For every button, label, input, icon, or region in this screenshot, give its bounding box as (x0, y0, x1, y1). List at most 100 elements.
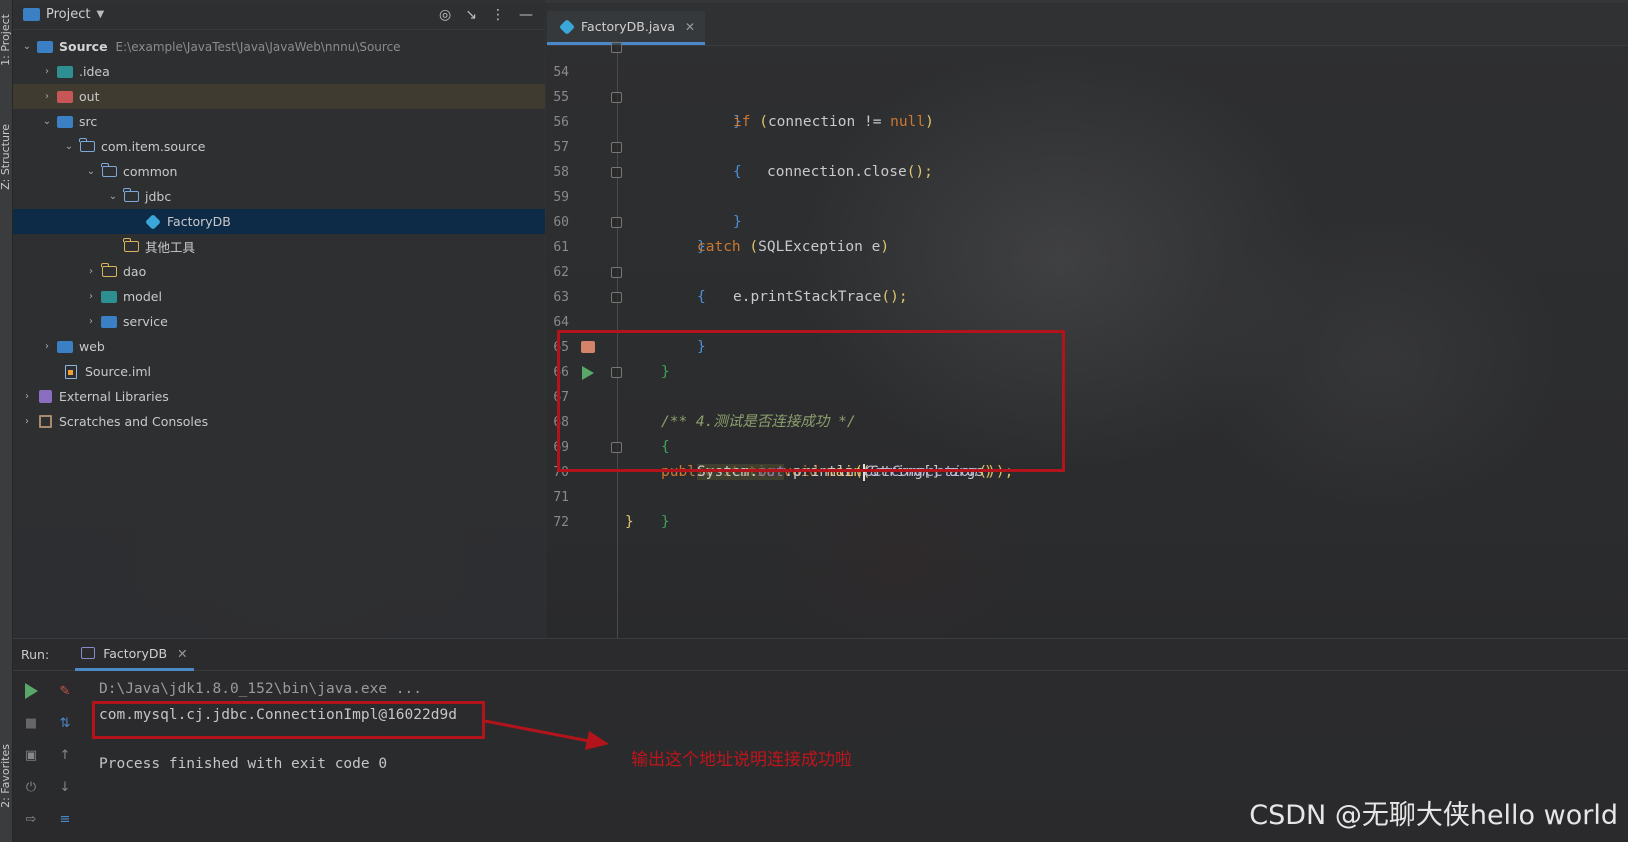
fold-marker-icon[interactable] (611, 292, 622, 303)
annotation-arrow (485, 719, 609, 750)
chevron-right-icon[interactable]: › (83, 266, 99, 277)
code-line: 60 catch (SQLException e) (547, 185, 1628, 255)
chevron-right-icon[interactable]: › (39, 66, 55, 77)
code-line: 69 System.out.println(GetConnection()); (547, 410, 1628, 481)
code-line: 59 } (547, 160, 1628, 255)
project-panel-header: Project ▼ ◎ ↘ ⋮ — (13, 0, 545, 30)
chevron-right-icon[interactable]: › (19, 416, 35, 427)
iml-file-icon (63, 364, 79, 379)
folder-icon (123, 188, 139, 204)
fold-marker-icon[interactable] (611, 267, 622, 278)
fold-marker-icon[interactable] (611, 167, 622, 178)
chevron-right-icon[interactable]: › (19, 391, 35, 402)
code-line: 67 public static void main(String[] args… (547, 360, 1628, 480)
chevron-right-icon[interactable]: › (39, 91, 55, 102)
tree-item-src[interactable]: ⌄ src (13, 109, 545, 134)
tree-item-source-iml[interactable]: Source.iml (13, 359, 545, 384)
tab-label: FactoryDB.java (581, 19, 676, 34)
tree-item-out[interactable]: › out (13, 84, 545, 109)
chevron-down-icon[interactable]: ⌄ (61, 141, 77, 152)
fold-marker-icon[interactable] (611, 92, 622, 103)
tree-item-label: FactoryDB (167, 214, 231, 229)
tree-item-source[interactable]: ⌄ Source E:\example\JavaTest\Java\JavaWe… (13, 34, 545, 59)
tree-item-external-libraries[interactable]: › External Libraries (13, 384, 545, 409)
run-tab-factorydb[interactable]: FactoryDB ✕ (75, 639, 194, 671)
collapse-all-icon[interactable]: ↘ (465, 7, 477, 23)
stop-icon[interactable]: ■ (21, 713, 41, 733)
tree-item-service[interactable]: › service (13, 309, 545, 334)
chevron-right-icon[interactable]: › (39, 341, 55, 352)
run-config-icon (81, 647, 96, 659)
run-gutter-icon[interactable] (582, 366, 594, 380)
soft-wrap-icon[interactable]: ≡ (55, 809, 75, 829)
tree-item-common[interactable]: ⌄ common (13, 159, 545, 184)
model-folder-icon (101, 290, 117, 304)
up-arrow-icon[interactable]: ↑ (55, 745, 75, 765)
tree-item-label: model (123, 289, 162, 304)
favorites-tool-button[interactable]: 2: Favorites (0, 744, 13, 808)
tree-item-model[interactable]: › model (13, 284, 545, 309)
project-icon (23, 8, 40, 21)
project-view-selector[interactable]: Project (46, 7, 90, 22)
code-line: 63 } (547, 260, 1628, 355)
chevron-down-icon[interactable]: ⌄ (105, 191, 121, 202)
tree-item-jdbc[interactable]: ⌄ jdbc (13, 184, 545, 209)
fold-marker-icon[interactable] (611, 367, 622, 378)
exit-icon[interactable]: ⇨ (21, 809, 41, 829)
service-folder-icon (101, 315, 117, 329)
excluded-folder-icon (57, 90, 73, 104)
code-line: 70 } (547, 435, 1628, 530)
chevron-right-icon[interactable]: › (83, 291, 99, 302)
source-folder-icon (57, 115, 73, 129)
close-icon[interactable]: ✕ (177, 646, 187, 661)
fold-marker-icon[interactable] (611, 442, 622, 453)
locate-icon[interactable]: ◎ (439, 7, 451, 23)
code-line: 58 } (547, 135, 1628, 230)
sort-icon[interactable]: ⇅ (55, 713, 75, 733)
tree-item-label: web (79, 339, 105, 354)
code-editor: FactoryDB.java ✕ 54 } 55 if (connection … (547, 0, 1628, 638)
hide-panel-icon[interactable]: — (519, 7, 533, 23)
tree-item-other-tools[interactable]: 其他工具 (13, 234, 545, 259)
run-label: Run: (21, 647, 50, 662)
chevron-down-icon[interactable]: ⌄ (39, 116, 55, 127)
close-icon[interactable]: ✕ (685, 20, 695, 34)
more-options-icon[interactable]: ⋮ (491, 7, 505, 23)
camera-icon[interactable]: ▣ (21, 745, 41, 765)
tree-item-label: service (123, 314, 168, 329)
tree-item-idea[interactable]: › .idea (13, 59, 545, 84)
code-area[interactable]: 54 } 55 if (connection != null) 56 { 57 … (547, 42, 1628, 638)
down-arrow-icon[interactable]: ↓ (55, 777, 75, 797)
tree-item-factorydb[interactable]: FactoryDB (13, 209, 545, 234)
folder-icon (101, 263, 117, 279)
bookmark-icon[interactable] (581, 341, 595, 353)
code-line: 66 /** 4.测试是否连接成功 */ (547, 335, 1628, 430)
project-tool-button[interactable]: 1: Project (0, 14, 13, 66)
fold-marker-icon[interactable] (611, 42, 622, 53)
tree-item-path: E:\example\JavaTest\Java\JavaWeb\nnnu\So… (115, 39, 401, 54)
code-line: 55 if (connection != null) (547, 60, 1628, 130)
package-icon (79, 138, 95, 154)
chevron-down-icon[interactable]: ⌄ (19, 41, 35, 52)
tree-item-label: .idea (79, 64, 110, 79)
tree-item-dao[interactable]: › dao (13, 259, 545, 284)
tree-item-package[interactable]: ⌄ com.item.source (13, 134, 545, 159)
chevron-down-icon[interactable]: ▼ (96, 9, 104, 20)
tree-item-scratches[interactable]: › Scratches and Consoles (13, 409, 545, 434)
code-line: 72 (547, 485, 1628, 530)
code-text: } (661, 514, 670, 530)
chevron-down-icon[interactable]: ⌄ (83, 166, 99, 177)
chevron-right-icon[interactable]: › (83, 316, 99, 327)
fold-marker-icon[interactable] (611, 142, 622, 153)
project-tree: ⌄ Source E:\example\JavaTest\Java\JavaWe… (13, 30, 545, 434)
tree-item-web[interactable]: › web (13, 334, 545, 359)
rerun-icon[interactable] (21, 681, 41, 701)
tree-item-label: src (79, 114, 98, 129)
fold-marker-icon[interactable] (611, 217, 622, 228)
run-toolbar: ✎ ■ ⇅ ▣ ↑ ⏻ ↓ ⇨ ≡ (13, 671, 83, 842)
code-line: 57 connection.close(); (547, 110, 1628, 180)
clear-icon[interactable]: ✎ (55, 681, 75, 701)
structure-tool-button[interactable]: Z: Structure (0, 124, 13, 190)
plug-icon[interactable]: ⏻ (21, 777, 41, 797)
java-class-icon (145, 213, 161, 230)
